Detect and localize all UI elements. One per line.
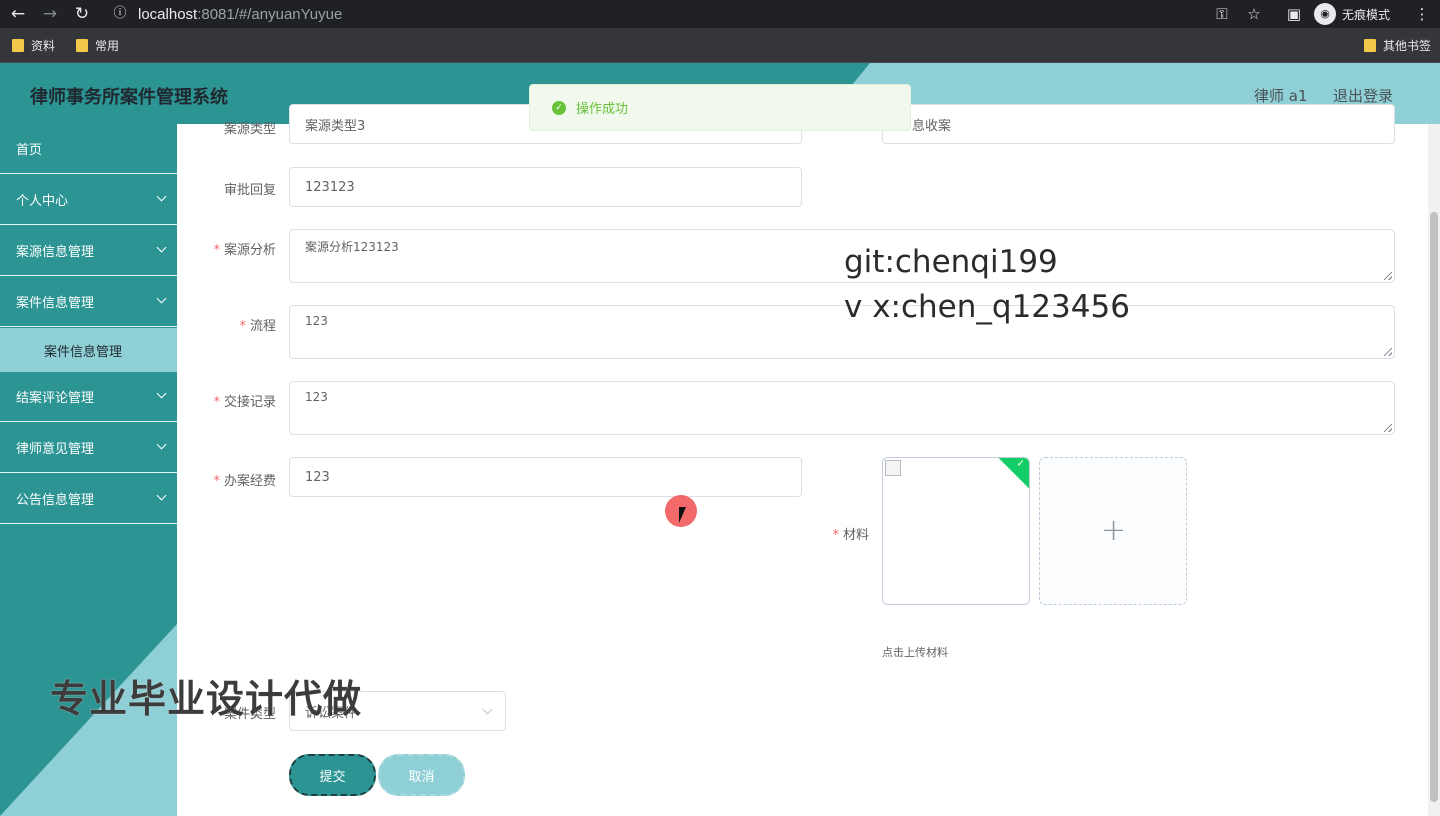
chevron-down-icon xyxy=(156,191,167,202)
incognito-badge[interactable]: ◉ 无痕模式 xyxy=(1314,3,1390,25)
chevron-down-icon xyxy=(482,704,493,715)
reload-icon[interactable]: ↻ xyxy=(70,2,94,26)
logout-link[interactable]: 退出登录 xyxy=(1333,85,1393,106)
handover-textarea[interactable]: 123 xyxy=(289,381,1395,435)
chevron-down-icon xyxy=(156,293,167,304)
sidebar-item-case-info[interactable]: 案件信息管理 xyxy=(0,277,177,327)
bookmark-folder[interactable]: 常用 xyxy=(76,37,119,54)
other-bookmarks[interactable]: 其他书签 xyxy=(1364,37,1431,54)
scrollbar-thumb[interactable] xyxy=(1430,212,1438,802)
check-icon: ✓ xyxy=(1016,458,1025,470)
success-toast: ✓ 操作成功 xyxy=(529,84,911,131)
watermark-text: 专业毕业设计代做 xyxy=(50,677,363,721)
bookmarks-bar: 资料 常用 其他书签 xyxy=(0,28,1440,63)
overlay-git-text: git:chenqi199 xyxy=(844,244,1058,280)
handover-label: * 交接记录 xyxy=(213,395,276,410)
upload-success-badge: ✓ xyxy=(997,458,1029,490)
folder-icon xyxy=(12,39,24,52)
sidepanel-icon[interactable]: ▣ xyxy=(1282,2,1306,26)
info-icon[interactable]: ⓘ xyxy=(108,2,132,26)
approval-field[interactable]: 123123 xyxy=(289,167,802,207)
cancel-button[interactable]: 取消 xyxy=(378,754,465,796)
app-title: 律师事务所案件管理系统 xyxy=(30,87,228,108)
approval-label: 审批回复 xyxy=(223,183,276,198)
folder-icon xyxy=(1364,39,1376,52)
uploaded-material-thumbnail[interactable]: ✓ xyxy=(882,457,1030,605)
sidebar-item-lawyer-opinion[interactable]: 律师意见管理 xyxy=(0,423,177,473)
chevron-down-icon xyxy=(156,490,167,501)
sidebar-subitem-case-info[interactable]: 案件信息管理 xyxy=(0,328,177,372)
resize-handle-icon[interactable] xyxy=(1384,272,1392,280)
chevron-down-icon xyxy=(156,242,167,253)
broken-image-icon xyxy=(885,460,901,476)
forward-icon[interactable]: → xyxy=(38,2,62,26)
bookmark-folder[interactable]: 资料 xyxy=(12,37,55,54)
toast-message: 操作成功 xyxy=(576,102,629,117)
overlay-vx-text: v x:chen_q123456 xyxy=(844,289,1130,325)
upload-add-button[interactable]: + xyxy=(1039,457,1187,605)
sidebar-item-personal[interactable]: 个人中心 xyxy=(0,175,177,225)
sidebar-item-home[interactable]: 首页 xyxy=(0,124,177,174)
submit-button[interactable]: 提交 xyxy=(289,754,376,796)
check-circle-icon: ✓ xyxy=(552,100,566,115)
folder-icon xyxy=(76,39,88,52)
chevron-down-icon xyxy=(156,439,167,450)
star-icon[interactable]: ☆ xyxy=(1242,2,1266,26)
upload-tip: 点击上传材料 xyxy=(882,646,948,659)
sidebar-item-announcement[interactable]: 公告信息管理 xyxy=(0,474,177,524)
incognito-icon: ◉ xyxy=(1314,3,1336,25)
case-status-field[interactable]: 息收案 xyxy=(882,104,1395,144)
menu-icon[interactable]: ⋮ xyxy=(1410,2,1434,26)
expense-label: * 办案经费 xyxy=(213,474,276,489)
back-icon[interactable]: ← xyxy=(6,2,30,26)
process-textarea[interactable]: 123 xyxy=(289,305,1395,359)
material-label: * 材料 xyxy=(832,528,869,543)
sidebar-item-closing-review[interactable]: 结案评论管理 xyxy=(0,372,177,422)
case-source-type-label: 案源类型 xyxy=(223,122,276,137)
mouse-pointer-icon xyxy=(679,507,686,523)
chevron-down-icon xyxy=(156,388,167,399)
key-icon[interactable]: ⚿ xyxy=(1210,2,1234,26)
resize-handle-icon[interactable] xyxy=(1384,348,1392,356)
expense-field[interactable]: 123 xyxy=(289,457,802,497)
analysis-textarea[interactable]: 案源分析123123 xyxy=(289,229,1395,283)
sidebar-item-case-source[interactable]: 案源信息管理 xyxy=(0,226,177,276)
plus-icon: + xyxy=(1101,513,1127,548)
browser-toolbar: ← → ↻ ⓘ localhost:8081/#/anyuanYuyue ⚿ ☆… xyxy=(0,0,1440,28)
analysis-label: * 案源分析 xyxy=(213,243,276,258)
resize-handle-icon[interactable] xyxy=(1384,424,1392,432)
address-bar[interactable]: localhost:8081/#/anyuanYuyue xyxy=(138,0,342,28)
process-label: * 流程 xyxy=(239,319,276,334)
page-scrollbar[interactable] xyxy=(1428,124,1440,816)
user-name: 律师 a1 xyxy=(1254,87,1308,105)
